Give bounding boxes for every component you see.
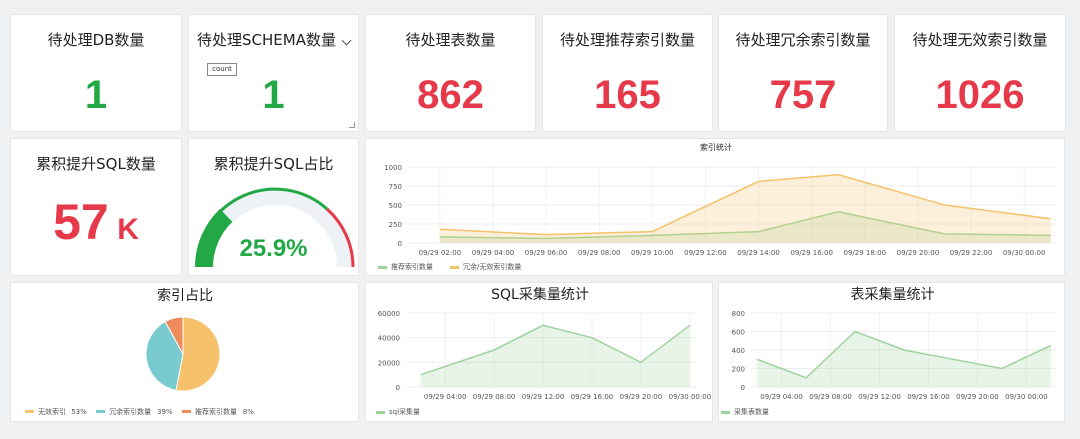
- index-ratio-panel: 索引占比无效索引 53% 冗余索引数量 39% 推荐索引数量 8%: [10, 282, 359, 422]
- x-tick-label: 09/29 20:00: [956, 393, 999, 401]
- x-tick-label: 09/29 02:00: [419, 249, 462, 257]
- card-recommend-index: 待处理推荐索引数量 165: [542, 14, 713, 132]
- card-value: 862: [417, 73, 484, 117]
- card-value: 1: [262, 73, 285, 117]
- chart-title: 表采集量统计: [851, 286, 935, 303]
- index-stats-chart: 索引统计 0 250 500 750 1000 09/29 02:00 09/29 04:00…: [378, 142, 1056, 271]
- legend-label: 推荐索引数量: [195, 407, 237, 416]
- x-tick-label: 09/29 16:00: [907, 393, 950, 401]
- x-tick-label: 09/29 10:00: [631, 249, 674, 257]
- x-tick-label: 09/29 12:00: [522, 393, 565, 401]
- legend-label: sql采集量: [389, 407, 420, 416]
- y-tick-label: 0: [741, 384, 745, 392]
- y-tick-label: 400: [732, 347, 745, 355]
- y-tick-label: 800: [732, 310, 745, 318]
- legend-percent: 39%: [157, 408, 173, 416]
- x-tick-label: 09/29 16:00: [790, 249, 833, 257]
- index-stats-panel: 索引统计 0 250 500 750 1000 09/29 02:00 09/29 04:00…: [365, 138, 1065, 276]
- index-ratio-chart: 索引占比无效索引 53% 冗余索引数量 39% 推荐索引数量 8%: [25, 287, 254, 416]
- series-area: [439, 174, 1051, 243]
- x-tick-label: 09/30 00:00: [1005, 393, 1048, 401]
- sql-collect-chart: SQL采集量统计 0 20000 40000 60000 09/29 04:00 09/29…: [376, 286, 712, 416]
- card-schema-count[interactable]: 待处理SCHEMA数量 count 1: [188, 14, 359, 132]
- card-value: 57 K: [11, 193, 181, 251]
- series-area: [757, 331, 1051, 387]
- x-tick-label: 09/29 06:00: [525, 249, 568, 257]
- legend-label: 无效索引: [38, 407, 66, 416]
- card-redundant-index: 待处理冗余索引数量 757: [718, 14, 888, 132]
- card-value: 757: [769, 73, 837, 117]
- card-title: 待处理冗余索引数量: [735, 31, 871, 49]
- y-tick-label: 500: [389, 202, 402, 210]
- legend-label: 冗余/无效索引数量: [463, 262, 521, 271]
- x-tick-label: 09/29 18:00: [843, 249, 886, 257]
- card-sql-ratio: 累积提升SQL占比 25.9%: [188, 138, 359, 276]
- chart-title: SQL采集量统计: [491, 286, 589, 303]
- legend-label: 采集表数量: [734, 407, 769, 416]
- card-db-count: 待处理DB数量 1: [10, 14, 182, 132]
- y-tick-label: 1000: [384, 164, 402, 172]
- x-tick-label: 09/29 14:00: [737, 249, 780, 257]
- x-tick-label: 09/29 04:00: [472, 249, 515, 257]
- x-tick-label: 09/29 12:00: [858, 393, 901, 401]
- legend-swatch: [96, 410, 106, 413]
- x-tick-label: 09/29 12:00: [684, 249, 727, 257]
- y-tick-label: 40000: [378, 335, 400, 343]
- x-tick-label: 09/30 00:00: [1003, 249, 1046, 257]
- card-title: 待处理SCHEMA数量: [197, 31, 336, 49]
- chart-title: 索引占比: [157, 287, 213, 304]
- table-collect-panel: 表采集量统计 0 200 400 600 800 09/29 04:00 09/29 08:0…: [718, 282, 1065, 422]
- sql-total-unit: K: [117, 213, 139, 246]
- card-title: 待处理推荐索引数量: [559, 31, 695, 49]
- gauge-value: 25.9%: [239, 235, 308, 262]
- card-value: 1: [84, 73, 108, 117]
- card-value: 165: [594, 73, 661, 117]
- y-tick-label: 60000: [378, 310, 400, 318]
- y-tick-label: 250: [389, 221, 402, 229]
- legend-swatch: [182, 410, 191, 413]
- x-tick-label: 09/29 08:00: [578, 249, 621, 257]
- card-sql-total: 累积提升SQL数量 57 K: [10, 138, 182, 276]
- x-tick-label: 09/29 16:00: [571, 393, 614, 401]
- card-table-count: 待处理表数量 862: [365, 14, 536, 132]
- legend-swatch: [376, 411, 385, 414]
- x-tick-label: 09/29 08:00: [473, 393, 516, 401]
- card-value: 1026: [935, 73, 1025, 117]
- y-tick-label: 0: [398, 240, 402, 248]
- x-tick-label: 09/29 20:00: [897, 249, 940, 257]
- sql-total-value: 57: [53, 194, 109, 250]
- card-title: 待处理表数量: [405, 31, 496, 49]
- y-tick-label: 600: [732, 329, 745, 337]
- y-tick-label: 750: [389, 183, 402, 191]
- resize-handle[interactable]: [349, 122, 355, 128]
- legend-label: 推荐索引数量: [391, 262, 433, 271]
- y-tick-label: 0: [396, 384, 400, 392]
- x-tick-label: 09/29 22:00: [950, 249, 993, 257]
- legend-swatch: [378, 266, 387, 269]
- card-title: 待处理DB数量: [47, 31, 145, 49]
- x-tick-label: 09/30 00:00: [669, 393, 712, 401]
- x-tick-label: 09/29 04:00: [760, 393, 803, 401]
- y-tick-label: 20000: [378, 359, 400, 367]
- table-collect-chart: 表采集量统计 0 200 400 600 800 09/29 04:00 09/29 08:0…: [721, 286, 1057, 416]
- card-title: 累积提升SQL数量: [36, 155, 156, 173]
- legend-swatch: [721, 411, 730, 414]
- legend-swatch: [25, 410, 34, 413]
- x-tick-label: 09/29 20:00: [620, 393, 663, 401]
- legend-label: 冗余索引数量: [109, 407, 151, 416]
- legend-swatch: [450, 266, 459, 269]
- legend-percent: 53%: [71, 408, 87, 416]
- sql-collect-panel: SQL采集量统计 0 20000 40000 60000 09/29 04:00 09/29…: [365, 282, 713, 422]
- x-tick-label: 09/29 04:00: [424, 393, 467, 401]
- legend-percent: 8%: [243, 408, 254, 416]
- card-invalid-index: 待处理无效索引数量 1026: [894, 14, 1066, 132]
- chart-title: 索引统计: [700, 142, 732, 152]
- card-title: 待处理无效索引数量: [912, 31, 1048, 49]
- y-tick-label: 200: [732, 366, 745, 374]
- x-tick-label: 09/29 08:00: [809, 393, 852, 401]
